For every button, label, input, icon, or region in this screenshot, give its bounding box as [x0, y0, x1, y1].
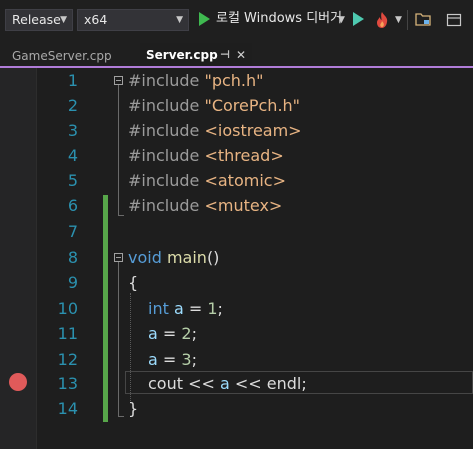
number-literal: 1	[207, 299, 218, 318]
code-line: 12 a = 3;	[0, 347, 473, 372]
variable: a	[148, 324, 158, 343]
code-line: 4 #include <thread>	[0, 143, 473, 168]
line-number: 11	[57, 324, 78, 343]
preprocessor-directive: #include	[128, 146, 200, 165]
variable: a	[219, 374, 230, 393]
tab-label: GameServer.cpp	[12, 49, 112, 63]
code-line: 13 cout << a << endl;	[0, 371, 473, 396]
identifier: endl	[266, 374, 302, 393]
preprocessor-directive: #include	[128, 71, 200, 90]
preprocessor-directive: #include	[128, 171, 200, 190]
operator: =	[157, 350, 182, 369]
include-path: <mutex>	[204, 196, 283, 215]
line-number: 13	[57, 374, 78, 393]
code-text[interactable]: a = 2;	[148, 321, 197, 346]
line-number: 1	[67, 71, 78, 90]
folder-icon[interactable]	[415, 11, 431, 27]
chevron-down-icon: ▼	[176, 15, 183, 25]
code-line: 11 a = 2;	[0, 321, 473, 346]
variable: a	[148, 350, 158, 369]
code-text[interactable]: #include <mutex>	[128, 193, 282, 218]
code-editor[interactable]: 1 #include "pch.h" 2 #include "CorePch.h…	[0, 68, 473, 449]
punctuation: ;	[191, 350, 197, 369]
operator: =	[183, 299, 208, 318]
line-number: 7	[67, 222, 78, 241]
line-number: 14	[57, 399, 78, 418]
tab-label: Server.cpp	[146, 48, 218, 62]
include-path: "pch.h"	[204, 71, 264, 90]
include-path: <iostream>	[204, 121, 302, 140]
punctuation: ()	[206, 248, 220, 267]
code-line: 3 #include <iostream>	[0, 118, 473, 143]
code-text[interactable]: #include "CorePch.h"	[128, 93, 300, 118]
close-icon[interactable]: ✕	[236, 43, 246, 67]
line-number: 8	[67, 248, 78, 267]
number-literal: 2	[181, 324, 192, 343]
toolbar-separator	[407, 10, 408, 30]
window-icon[interactable]	[446, 12, 462, 28]
operator: <<	[183, 374, 220, 393]
configuration-value: Release	[12, 12, 61, 27]
code-text[interactable]: {	[128, 270, 138, 295]
punctuation: ;	[191, 324, 197, 343]
code-text[interactable]: #include <thread>	[128, 143, 284, 168]
variable: a	[173, 299, 184, 318]
function-name: main	[166, 248, 207, 267]
start-debugging-button[interactable]: 로컬 Windows 디버거	[216, 9, 342, 29]
start-without-debugging-icon[interactable]	[353, 12, 364, 26]
code-text[interactable]: #include "pch.h"	[128, 68, 264, 93]
code-text[interactable]: a = 3;	[148, 347, 197, 372]
keyword: int	[148, 299, 169, 318]
hot-reload-icon[interactable]	[374, 11, 390, 29]
code-text[interactable]: int a = 1;	[148, 296, 223, 321]
line-number: 3	[67, 121, 78, 140]
include-path: <atomic>	[204, 171, 286, 190]
operator: =	[157, 324, 182, 343]
chevron-down-icon[interactable]: ▼	[338, 9, 345, 31]
code-line: 6 #include <mutex>	[0, 193, 473, 218]
code-text[interactable]: #include <iostream>	[128, 118, 302, 143]
chevron-down-icon[interactable]: ▼	[395, 9, 402, 31]
preprocessor-directive: #include	[128, 196, 200, 215]
code-line: 14 }	[0, 396, 473, 421]
tab-bar: GameServer.cpp Server.cpp ⊣ ✕	[0, 40, 473, 66]
code-line: 1 #include "pch.h"	[0, 68, 473, 93]
chevron-down-icon: ▼	[60, 15, 67, 25]
code-text[interactable]: #include <atomic>	[128, 168, 286, 193]
toolbar: Release ▼ x64 ▼ 로컬 Windows 디버거 ▼ ▼	[0, 0, 473, 40]
line-number: 6	[67, 196, 78, 215]
punctuation: ;	[301, 374, 307, 393]
line-number: 12	[57, 350, 78, 369]
line-number: 5	[67, 171, 78, 190]
pin-icon[interactable]: ⊣	[220, 43, 230, 67]
code-line: 2 #include "CorePch.h"	[0, 93, 473, 118]
line-number: 10	[57, 299, 78, 318]
code-text[interactable]: cout << a << endl;	[148, 371, 307, 396]
include-path: "CorePch.h"	[204, 96, 301, 115]
configuration-dropdown[interactable]: Release ▼	[5, 9, 73, 31]
line-number: 2	[67, 96, 78, 115]
number-literal: 3	[181, 350, 192, 369]
code-line: 5 #include <atomic>	[0, 168, 473, 193]
tab-gameserver-cpp[interactable]: GameServer.cpp	[12, 46, 112, 66]
include-path: <thread>	[204, 146, 284, 165]
code-text[interactable]: void main()	[128, 245, 219, 270]
identifier: cout	[148, 374, 183, 393]
code-line: 10 int a = 1;	[0, 296, 473, 321]
line-number: 4	[67, 146, 78, 165]
line-number: 9	[67, 273, 78, 292]
code-text[interactable]: }	[128, 396, 138, 421]
code-line: 7	[0, 219, 473, 244]
tab-server-cpp[interactable]: Server.cpp ⊣ ✕	[140, 43, 252, 66]
platform-dropdown[interactable]: x64 ▼	[77, 9, 189, 31]
code-line: 9 {	[0, 270, 473, 295]
platform-value: x64	[84, 12, 108, 27]
punctuation: ;	[217, 299, 223, 318]
code-line: 8 void main()	[0, 245, 473, 270]
preprocessor-directive: #include	[128, 96, 200, 115]
preprocessor-directive: #include	[128, 121, 200, 140]
keyword: void	[128, 248, 162, 267]
operator: <<	[229, 374, 267, 393]
start-debugging-icon[interactable]	[199, 12, 210, 26]
